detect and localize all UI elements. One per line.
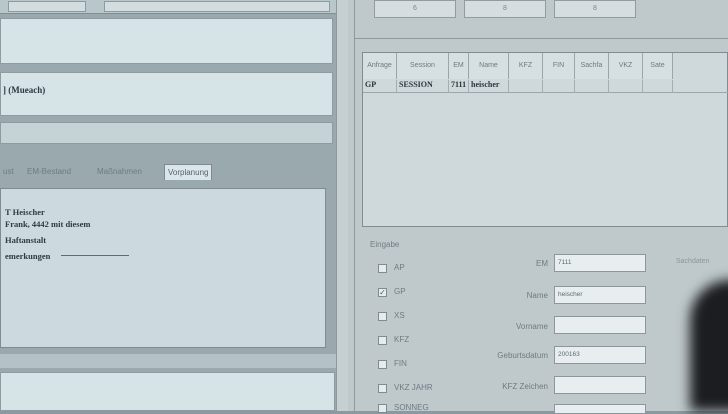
vorname-field[interactable] [554,316,646,334]
tab-bar: ust EM-Bestand Maßnahmen Vorplanung [0,160,330,182]
table-cell [509,80,543,93]
column-header[interactable]: FIN [543,53,575,79]
checkbox-gp[interactable]: ✓ [378,288,387,297]
column-header[interactable]: EM [449,53,469,79]
toolbar-field[interactable] [8,1,86,12]
field-label: Vorname [515,322,548,331]
foreground-blur [690,280,728,411]
field-label: EM [536,259,548,268]
table-cell: 7111 [449,80,469,93]
table-cell [543,80,575,93]
detail-line: T Heischer [5,207,45,217]
checkbox-sonneg[interactable] [378,404,387,413]
left-window: ] (Mueach) ust EM-Bestand Maßnahmen Vorp… [0,0,348,411]
checkbox-label: FIN [394,359,407,368]
checkbox-label: GP [394,287,406,296]
column-header[interactable]: Sachfa [575,53,609,79]
field-label: KFZ Zeichen [502,382,548,391]
separator-panel [0,122,333,144]
bottom-panel [0,372,335,411]
patient-name: ] (Mueach) [3,85,46,95]
geburtsdatum-field[interactable]: 200163 [554,346,646,364]
detail-line: emerkungen [5,251,51,261]
checkbox-vkz-jahr[interactable] [378,384,387,393]
table-row[interactable]: GP SESSION 7111 heischer [363,80,728,93]
column-header[interactable]: Name [469,53,509,79]
column-header[interactable]: Session [397,53,449,79]
detail-line: Haftanstalt [5,235,47,245]
column-header[interactable]: Anfrage [363,53,397,79]
info-panel [0,18,333,64]
checkbox-label: XS [394,311,405,320]
sachdaten-label: Sachdaten [676,258,710,265]
toolbar-field[interactable] [104,1,330,12]
kfz-zeichen-field[interactable] [554,376,646,394]
detail-line: Frank, 4442 mit diesem [5,219,91,229]
tab-list[interactable]: ust [0,164,17,180]
extra-field[interactable] [554,404,646,414]
tab-massnahmen[interactable]: Maßnahmen [94,164,145,180]
window-divider [354,0,355,411]
column-header[interactable]: Sate [643,53,673,79]
toolbar-button-1[interactable]: 6 [374,0,456,18]
checkbox-label: AP [394,263,405,272]
detail-panel: T Heischer Frank, 4442 mit diesem Haftan… [0,188,326,348]
left-scrollbar[interactable] [336,0,348,411]
table-cell [609,80,643,93]
checkbox-label: KFZ [394,335,410,344]
name-field[interactable]: heischer [554,286,646,304]
right-window: 6 8 8 Anfrage Session EM Name KFZ FIN Sa… [348,0,728,414]
header-divider [354,38,728,39]
checkbox-fin[interactable] [378,360,387,369]
table-cell [643,80,673,93]
checkbox-kfz[interactable] [378,336,387,345]
tab-vorplanung[interactable]: Vorplanung [164,164,213,180]
eingabe-group-title: Eingabe [370,240,400,249]
toolbar-button-3[interactable]: 8 [554,0,636,18]
results-table: Anfrage Session EM Name KFZ FIN Sachfa V… [362,52,728,227]
patient-panel: ] (Mueach) [0,72,333,116]
field-label: Name [526,291,548,300]
table-header: Anfrage Session EM Name KFZ FIN Sachfa V… [363,53,728,79]
table-cell: SESSION [397,80,449,93]
status-strip [0,354,340,368]
field-label: Geburtsdatum [497,351,548,360]
table-cell: GP [363,80,397,93]
checkbox-ap[interactable] [378,264,387,273]
tab-em-bestand[interactable]: EM-Bestand [24,164,74,180]
divider [61,255,129,256]
checkbox-xs[interactable] [378,312,387,321]
toolbar-button-2[interactable]: 8 [464,0,546,18]
column-header[interactable]: KFZ [509,53,543,79]
table-cell: heischer [469,80,509,93]
em-field[interactable]: 7111 [554,254,646,272]
column-header[interactable]: VKZ [609,53,643,79]
left-toolbar [0,0,348,14]
checkbox-label: VKZ JAHR [394,383,433,392]
table-cell [575,80,609,93]
